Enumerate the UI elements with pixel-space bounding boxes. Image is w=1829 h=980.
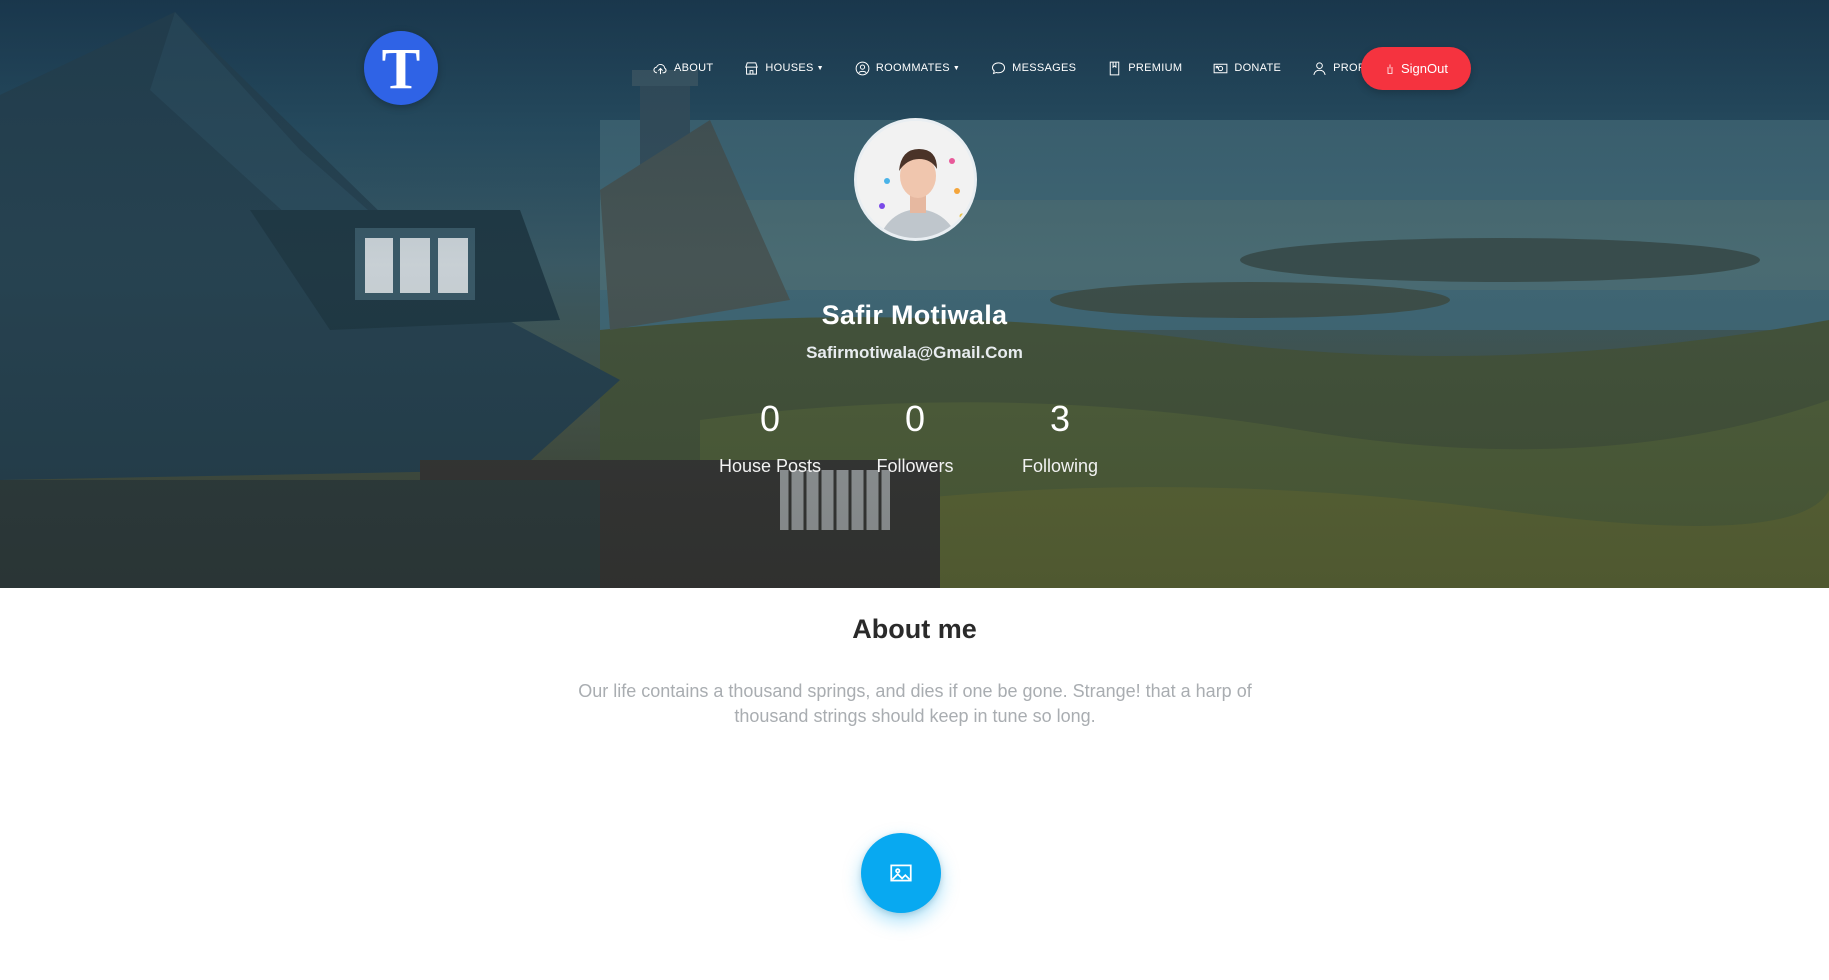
nav-about-label: ABOUT [674, 62, 714, 74]
nav-roommates[interactable]: ROOMMATES ▼ [854, 60, 960, 77]
power-icon [1387, 64, 1393, 74]
nav-roommates-label: ROOMMATES [875, 62, 950, 74]
nav-about[interactable]: ABOUT [652, 60, 713, 77]
nav-houses[interactable]: HOUSES ▼ [743, 60, 824, 77]
stat-value: 3 [1049, 398, 1071, 439]
stat-followers[interactable]: 0 Followers [840, 396, 990, 477]
stat-label: House Posts [718, 456, 822, 476]
stat-house-posts[interactable]: 0 House Posts [695, 396, 845, 477]
chat-bubble-icon [992, 61, 1006, 74]
avatar [854, 118, 977, 241]
signout-button[interactable]: SignOut [1361, 47, 1471, 90]
cloud-upload-icon [653, 63, 667, 74]
nav-donate[interactable]: DONATE [1212, 60, 1281, 77]
user-circle-icon [855, 61, 870, 75]
nav-houses-label: HOUSES [765, 62, 814, 74]
nav-messages-label: MESSAGES [1012, 62, 1077, 74]
chevron-down-icon: ▼ [816, 64, 824, 72]
nav-donate-label: DONATE [1234, 62, 1282, 74]
stat-label: Following [1021, 456, 1099, 476]
stat-label: Followers [876, 456, 954, 476]
profile-email: Safirmotiwala@Gmail.Com [806, 343, 1023, 362]
nav-premium-label: PREMIUM [1128, 62, 1183, 74]
nav-messages[interactable]: MESSAGES [990, 60, 1076, 77]
profile-name: Safir Motiwala [821, 300, 1008, 330]
stat-value: 0 [904, 398, 926, 439]
logo-letter: T [381, 35, 421, 101]
stat-value: 0 [759, 398, 781, 439]
add-photo-button[interactable] [861, 833, 941, 913]
bookmark-icon [1110, 61, 1120, 75]
money-icon [1213, 63, 1228, 73]
stat-following[interactable]: 3 Following [985, 396, 1135, 477]
about-text: Our life contains a thousand springs, an… [578, 681, 1252, 726]
brand-logo[interactable]: T [364, 31, 438, 105]
about-title: About me [852, 614, 977, 644]
signout-label: SignOut [1401, 61, 1448, 76]
image-icon [890, 864, 912, 882]
house-icon [745, 61, 759, 75]
nav-premium[interactable]: PREMIUM [1106, 60, 1182, 77]
user-icon [1313, 61, 1326, 75]
chevron-down-icon: ▼ [952, 64, 961, 72]
main-nav: ABOUT HOUSES ▼ ROOMMATES ▼ MESSAGES PREM… [652, 46, 1412, 90]
